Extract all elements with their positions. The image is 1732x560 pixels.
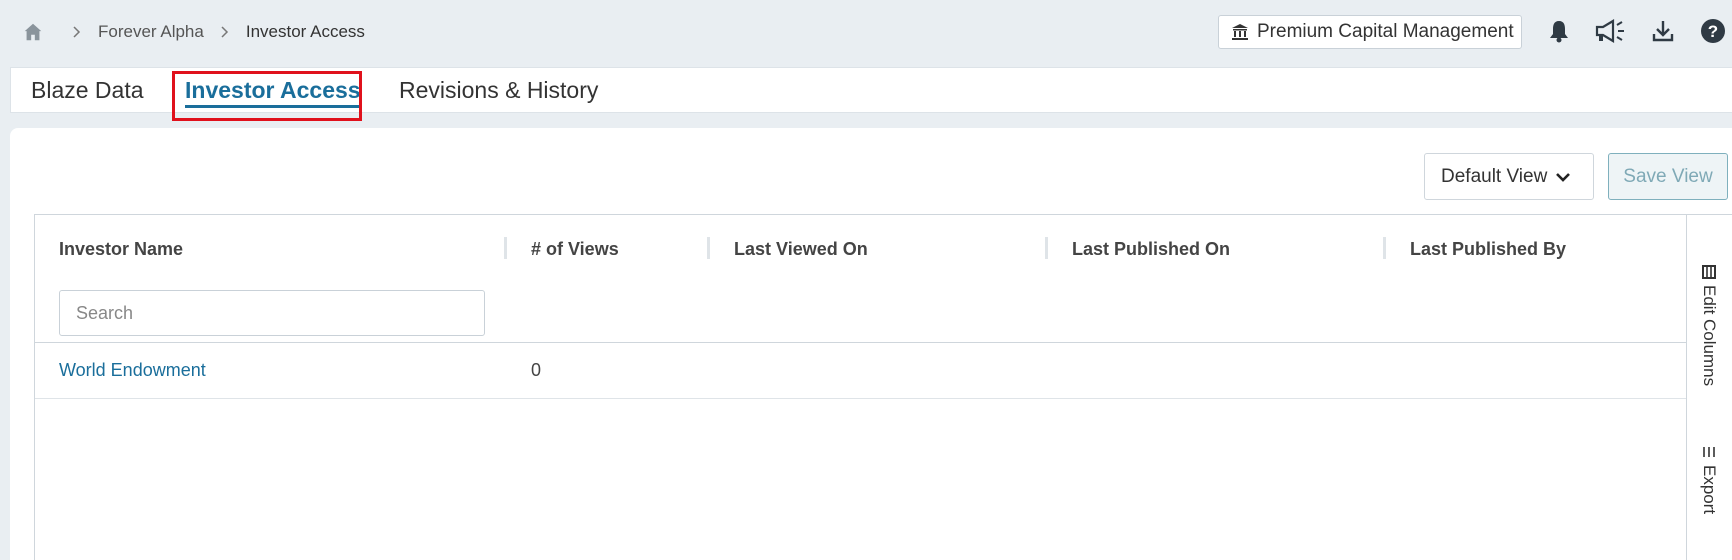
- tab-label: Blaze Data: [31, 76, 144, 103]
- svg-text:?: ?: [1708, 22, 1718, 41]
- breadcrumb-item-current: Investor Access: [245, 22, 365, 41]
- chevron-right-icon: [73, 26, 81, 38]
- column-header-last-published-by[interactable]: Last Published By: [1410, 239, 1566, 260]
- download-icon: [1652, 21, 1674, 42]
- views-count: 0: [531, 360, 542, 380]
- column-resize-handle[interactable]: [1383, 237, 1386, 259]
- investor-name-link[interactable]: World Endowment: [59, 360, 206, 381]
- tab-revisions-history[interactable]: Revisions & History: [399, 68, 598, 112]
- column-resize-handle[interactable]: [504, 237, 507, 259]
- investor-table: Investor Name # of Views Last Viewed On …: [34, 214, 1687, 560]
- active-tab-underline: [185, 105, 361, 108]
- bank-icon: [1232, 24, 1248, 40]
- help-icon: ?: [1701, 19, 1725, 43]
- bell-icon: [1550, 21, 1568, 43]
- save-view-label: Save View: [1623, 165, 1713, 187]
- table-header: Investor Name # of Views Last Viewed On …: [35, 215, 1687, 343]
- columns-icon: [1702, 265, 1716, 279]
- tab-label: Investor Access: [185, 76, 361, 103]
- tab-investor-access[interactable]: Investor Access: [185, 68, 361, 112]
- home-icon[interactable]: [22, 21, 44, 43]
- breadcrumb: Forever Alpha Investor Access: [22, 20, 365, 44]
- help-button[interactable]: ?: [1698, 16, 1728, 46]
- search-input[interactable]: [59, 290, 485, 336]
- column-header-last-viewed-on[interactable]: Last Viewed On: [734, 239, 868, 260]
- tab-label: Revisions & History: [399, 76, 599, 103]
- side-tool-panel: Edit Columns Export: [1686, 214, 1732, 560]
- chevron-right-icon: [221, 26, 228, 38]
- top-bar: Forever Alpha Investor Access Premium Ca…: [0, 0, 1732, 64]
- tab-bar: Blaze Data Investor Access Revisions & H…: [10, 67, 1732, 113]
- column-resize-handle[interactable]: [707, 237, 710, 259]
- table-row[interactable]: World Endowment 0: [35, 343, 1687, 399]
- view-select-label: Default View: [1441, 165, 1548, 187]
- menu-lines-icon: [1703, 447, 1715, 457]
- column-header-views[interactable]: # of Views: [531, 239, 619, 260]
- notifications-button[interactable]: [1544, 16, 1574, 46]
- announcements-button[interactable]: [1594, 16, 1628, 46]
- view-select-dropdown[interactable]: Default View: [1424, 153, 1594, 200]
- save-view-button[interactable]: Save View: [1608, 153, 1728, 200]
- organization-button[interactable]: Premium Capital Management: [1218, 15, 1522, 49]
- column-resize-handle[interactable]: [1045, 237, 1048, 259]
- chevron-down-icon: [1556, 172, 1571, 182]
- download-button[interactable]: [1648, 16, 1678, 46]
- column-header-last-published-on[interactable]: Last Published On: [1072, 239, 1230, 260]
- organization-label: Premium Capital Management: [1257, 21, 1514, 42]
- breadcrumb-item-forever-alpha[interactable]: Forever Alpha: [98, 22, 204, 42]
- edit-columns-button[interactable]: Edit Columns: [1699, 265, 1719, 386]
- edit-columns-label: Edit Columns: [1700, 285, 1719, 387]
- column-header-investor-name[interactable]: Investor Name: [59, 239, 183, 260]
- export-label: Export: [1700, 465, 1719, 515]
- megaphone-icon: [1595, 19, 1624, 43]
- export-button[interactable]: Export: [1699, 445, 1719, 514]
- tab-blaze-data[interactable]: Blaze Data: [31, 68, 144, 112]
